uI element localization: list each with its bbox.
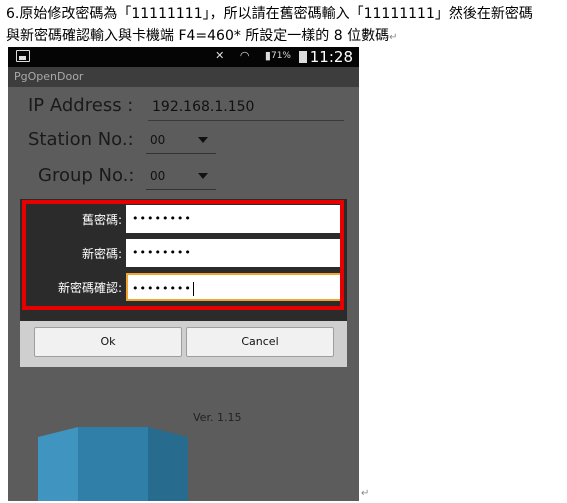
- group-label: Group No.:: [38, 165, 135, 186]
- clock: 11:28: [309, 48, 353, 66]
- highlight-box: [22, 200, 344, 310]
- instruction-line-1: 6.原始修改密碼為「11111111」，所以請在舊密碼輸入「11111111」然…: [6, 6, 533, 22]
- cancel-button[interactable]: Cancel: [186, 327, 334, 357]
- app-title-bar: PgOpenDoor: [8, 67, 359, 87]
- chevron-down-icon: [198, 173, 208, 179]
- version-text: Ver. 1.15: [193, 411, 242, 424]
- instruction-text: 6.原始修改密碼為「11111111」，所以請在舊密碼輸入「11111111」然…: [6, 3, 566, 49]
- station-label: Station No.:: [28, 129, 134, 150]
- ok-button[interactable]: Ok: [34, 327, 182, 357]
- instruction-line-2: 與新密碼確認輸入與卡機端 F4=460* 所設定一樣的 8 位數碼↵: [6, 25, 566, 49]
- battery-percent: 71%: [270, 51, 291, 61]
- ip-address-input[interactable]: 192.168.1.150: [148, 93, 344, 121]
- instruction-line-2-text: 與新密碼確認輸入與卡機端 F4=460* 所設定一樣的 8 位數碼: [6, 28, 390, 44]
- paragraph-mark-icon: ↵: [361, 488, 370, 499]
- paragraph-mark-icon: ↵: [389, 32, 398, 43]
- gallery-notification-icon: [16, 50, 30, 62]
- signal-icons: ✕ ◠ ▮: [215, 49, 277, 62]
- group-value: 00: [150, 169, 166, 183]
- dialog-buttons: Ok Cancel: [20, 321, 347, 367]
- status-bar: ✕ ◠ ▮ 71% 11:28: [8, 47, 359, 67]
- station-spinner[interactable]: 00: [146, 126, 216, 154]
- battery-icon: [299, 51, 307, 63]
- door-graphic: [38, 427, 188, 501]
- ip-label: IP Address :: [28, 95, 134, 116]
- chevron-down-icon: [198, 137, 208, 143]
- group-spinner[interactable]: 00: [146, 162, 216, 190]
- station-value: 00: [150, 133, 166, 147]
